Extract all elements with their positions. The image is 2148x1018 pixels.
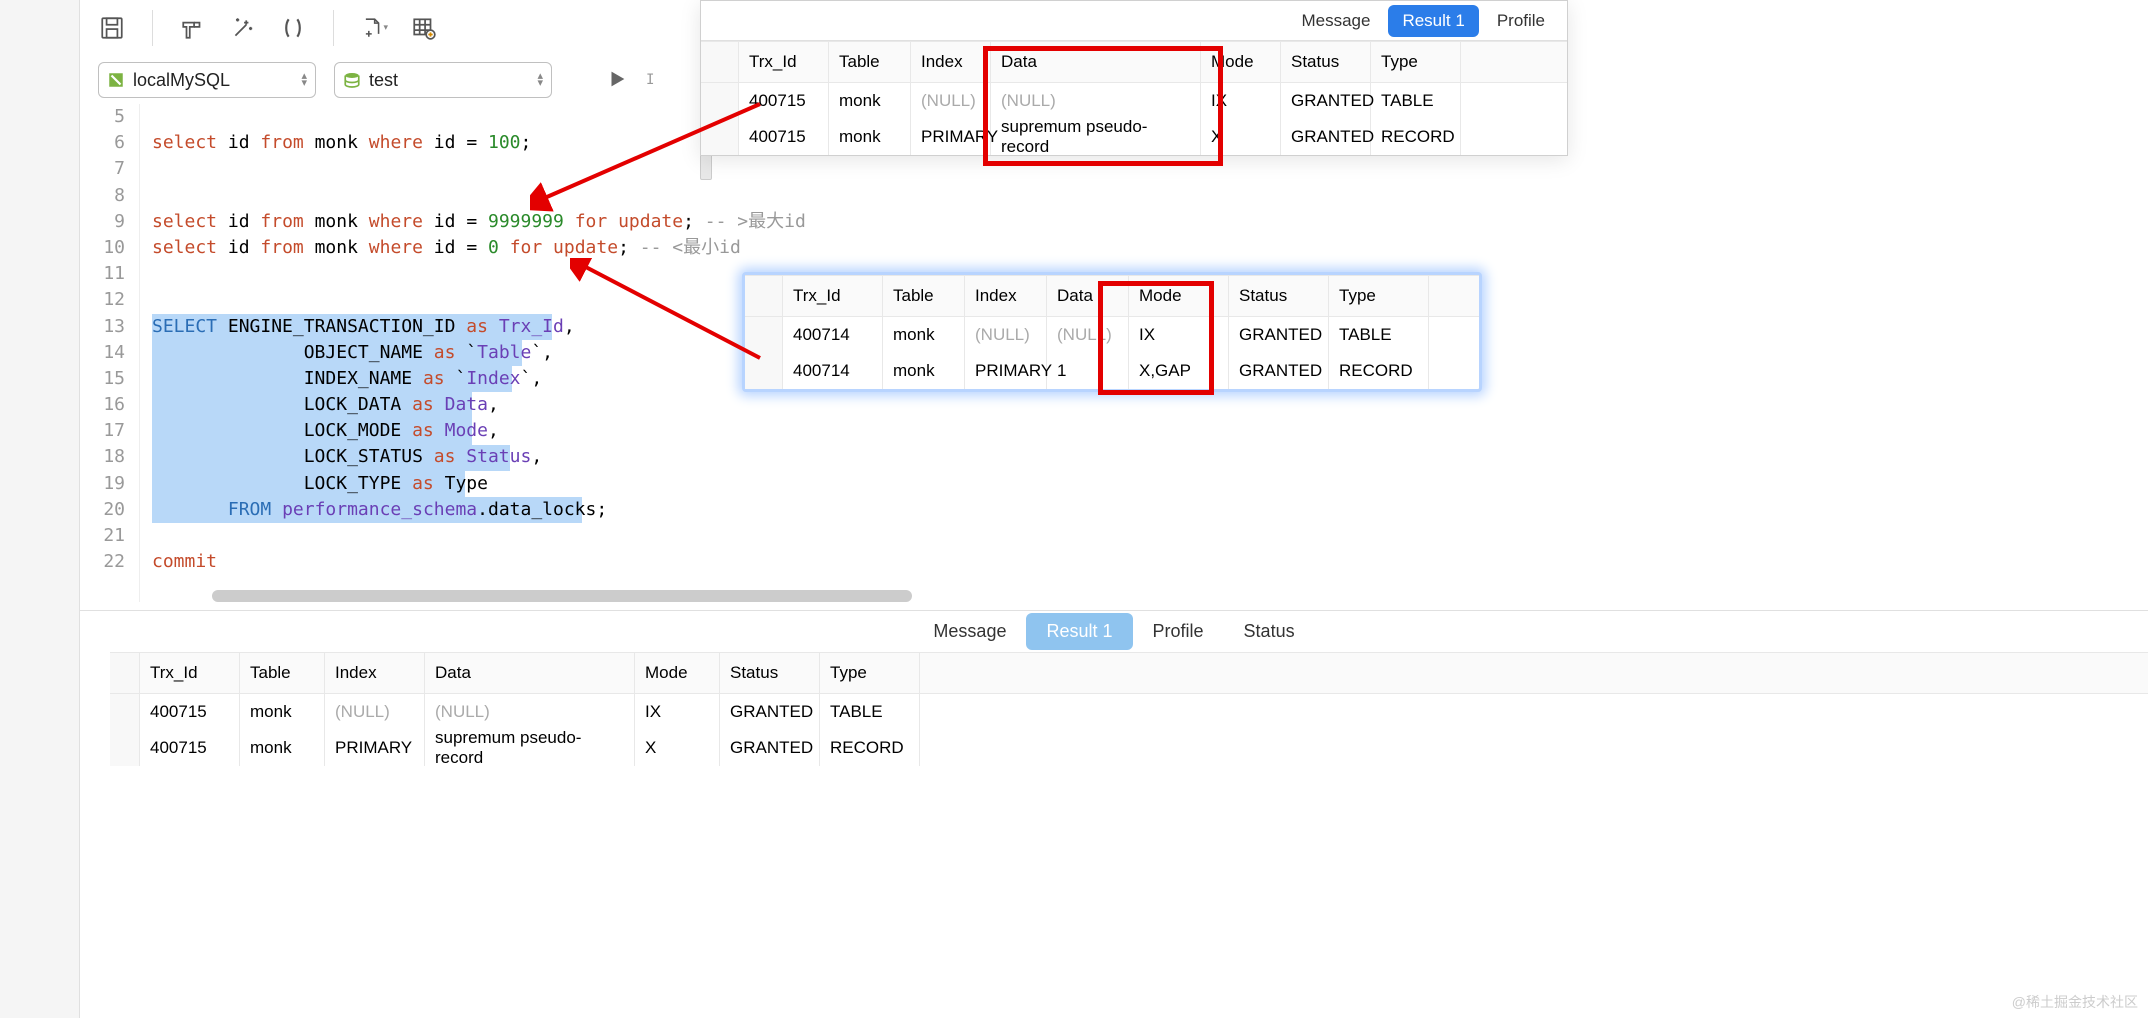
database-dropdown[interactable]: test ▴▾ [334,62,552,98]
col-trx[interactable]: Trx_Id [739,42,829,82]
database-label: test [369,70,529,91]
run-button[interactable] [606,68,628,93]
sql-editor[interactable]: 5678910111213141516171819202122 select i… [80,104,2148,602]
tab-profile[interactable]: Profile [1133,613,1224,650]
table-header: Trx_Id Table Index Data Mode Status Type [110,652,2148,694]
table-row[interactable]: 400715monk(NULL)(NULL)IXGRANTEDTABLE [110,694,2148,730]
tab-result1[interactable]: Result 1 [1026,613,1132,650]
col-status[interactable]: Status [720,653,820,693]
table-row[interactable]: 400715monkPRIMARYsupremum pseudo-recordX… [110,730,2148,766]
col-type[interactable]: Type [820,653,920,693]
code-area[interactable]: select id from monk where id = 100;selec… [140,104,2148,602]
watermark: @稀土掘金技术社区 [2012,992,2138,1012]
col-type[interactable]: Type [1371,42,1461,82]
col-table[interactable]: Table [829,42,911,82]
tab-message[interactable]: Message [913,613,1026,650]
line-numbers: 5678910111213141516171819202122 [80,104,140,602]
database-icon [343,71,361,89]
popup1-tab-message[interactable]: Message [1287,5,1384,37]
tab-status[interactable]: Status [1224,613,1315,650]
popup1-tab-profile[interactable]: Profile [1483,5,1559,37]
col-table[interactable]: Table [240,653,325,693]
main-area: ▾ localMySQL ▴▾ test ▴▾ I 56789101112131… [80,0,2148,1018]
col-trx[interactable]: Trx_Id [140,653,240,693]
dropdown-arrows-icon: ▴▾ [537,73,543,87]
horizontal-scrollbar[interactable] [212,590,912,602]
popup1-tabs: Message Result 1 Profile [701,1,1567,41]
cursor-indicator: I [646,72,654,88]
left-gutter [0,0,80,1018]
bottom-result-table: Trx_Id Table Index Data Mode Status Type… [110,652,2148,766]
wand-icon[interactable] [229,14,257,42]
hammer-icon[interactable] [179,14,207,42]
save-icon[interactable] [98,14,126,42]
col-index[interactable]: Index [911,42,991,82]
col-mode[interactable]: Mode [1201,42,1281,82]
connection-label: localMySQL [133,70,293,91]
connection-icon [107,71,125,89]
parens-icon[interactable] [279,14,307,42]
table-plus-icon[interactable] [410,14,438,42]
col-data[interactable]: Data [425,653,635,693]
dropdown-arrows-icon: ▴▾ [301,73,307,87]
result-tabs: Message Result 1 Profile Status [80,610,2148,652]
col-data[interactable]: Data [991,42,1201,82]
popup1-tab-result1[interactable]: Result 1 [1388,5,1478,37]
popup1-header: Trx_Id Table Index Data Mode Status Type [701,41,1567,83]
col-status[interactable]: Status [1281,42,1371,82]
connection-dropdown[interactable]: localMySQL ▴▾ [98,62,316,98]
col-index[interactable]: Index [325,653,425,693]
col-mode[interactable]: Mode [635,653,720,693]
doc-plus-icon[interactable]: ▾ [360,14,388,42]
